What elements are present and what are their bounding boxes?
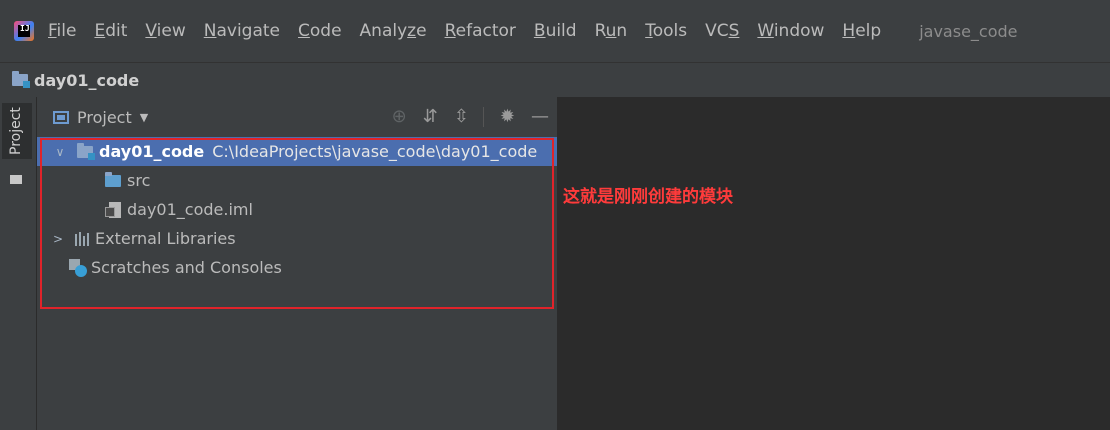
logo-text: IJ — [20, 24, 30, 33]
menu-navigate[interactable]: Navigate — [204, 21, 280, 41]
intellij-logo-icon[interactable]: IJ — [14, 21, 34, 41]
module-name: day01_code — [99, 142, 205, 161]
menu-file[interactable]: File — [48, 21, 76, 41]
external-libraries-label: External Libraries — [95, 229, 236, 248]
hide-panel-icon[interactable]: — — [531, 105, 549, 129]
tree-node-external-libraries[interactable]: > External Libraries — [37, 224, 557, 253]
tree-node-src[interactable]: src — [37, 166, 557, 195]
iml-file-icon — [105, 201, 121, 218]
left-tool-strip: Project — [0, 97, 37, 430]
expand-all-icon[interactable]: ⇵ — [423, 105, 438, 129]
breadcrumb-module[interactable]: day01_code — [34, 71, 139, 90]
annotation-text: 这就是刚刚创建的模块 — [563, 187, 733, 207]
module-path: C:\IdeaProjects\javase_code\day01_code — [212, 142, 538, 161]
chevron-right-icon[interactable]: > — [51, 232, 65, 246]
project-view-icon — [53, 110, 69, 124]
menu-build[interactable]: Build — [534, 21, 577, 41]
scratches-icon — [69, 258, 87, 277]
menu-window[interactable]: Window — [757, 21, 824, 41]
editor-area[interactable] — [557, 97, 1110, 430]
project-tool-tab-label: Project — [8, 107, 24, 155]
menu-run[interactable]: Run — [595, 21, 628, 41]
menu-edit[interactable]: Edit — [94, 21, 127, 41]
project-tree: ∨ day01_code C:\IdeaProjects\javase_code… — [37, 137, 557, 282]
module-folder-icon — [77, 142, 95, 160]
tree-node-iml[interactable]: day01_code.iml — [37, 195, 557, 224]
project-view-selector[interactable]: Project — [77, 108, 132, 127]
chevron-down-icon[interactable]: ∨ — [53, 145, 67, 159]
src-label: src — [127, 171, 151, 190]
gear-icon[interactable]: ✹ — [500, 105, 515, 129]
iml-label: day01_code.iml — [127, 200, 253, 219]
locate-file-icon[interactable]: ⊕ — [392, 105, 407, 129]
tree-node-scratches[interactable]: Scratches and Consoles — [37, 253, 557, 282]
menu-bar: IJ File Edit View Navigate Code Analyze Refact… — [0, 0, 1110, 62]
module-folder-icon — [12, 71, 30, 88]
project-tool-tab[interactable]: Project — [2, 103, 32, 159]
project-panel-header: Project ▼ ⊕ ⇵ ⇳ ✹ — — [37, 97, 557, 137]
menu-items: File Edit View Navigate Code Analyze Refactor B… — [48, 21, 899, 41]
toolbar-separator — [482, 107, 484, 127]
panel-toolbar: ⊕ ⇵ ⇳ ✹ — — [376, 105, 549, 129]
menu-vcs[interactable]: VCS — [705, 21, 739, 41]
project-panel: Project ▼ ⊕ ⇵ ⇳ ✹ — ∨ day01_code C:\Idea… — [37, 97, 557, 430]
menu-tools[interactable]: Tools — [645, 21, 687, 41]
menu-analyze[interactable]: Analyze — [360, 21, 427, 41]
window-project-title: javase_code — [919, 21, 1018, 41]
folder-icon[interactable] — [10, 175, 22, 184]
collapse-all-icon[interactable]: ⇳ — [454, 105, 469, 129]
source-folder-icon — [105, 171, 121, 187]
menu-refactor[interactable]: Refactor — [445, 21, 516, 41]
menu-help[interactable]: Help — [842, 21, 881, 41]
menu-code[interactable]: Code — [298, 21, 342, 41]
chevron-down-icon[interactable]: ▼ — [140, 111, 148, 124]
library-icon — [75, 231, 91, 246]
menu-view[interactable]: View — [145, 21, 185, 41]
scratches-label: Scratches and Consoles — [91, 258, 282, 277]
tree-node-module-root[interactable]: ∨ day01_code C:\IdeaProjects\javase_code… — [37, 137, 557, 166]
navigation-bar: day01_code — [0, 62, 1110, 98]
